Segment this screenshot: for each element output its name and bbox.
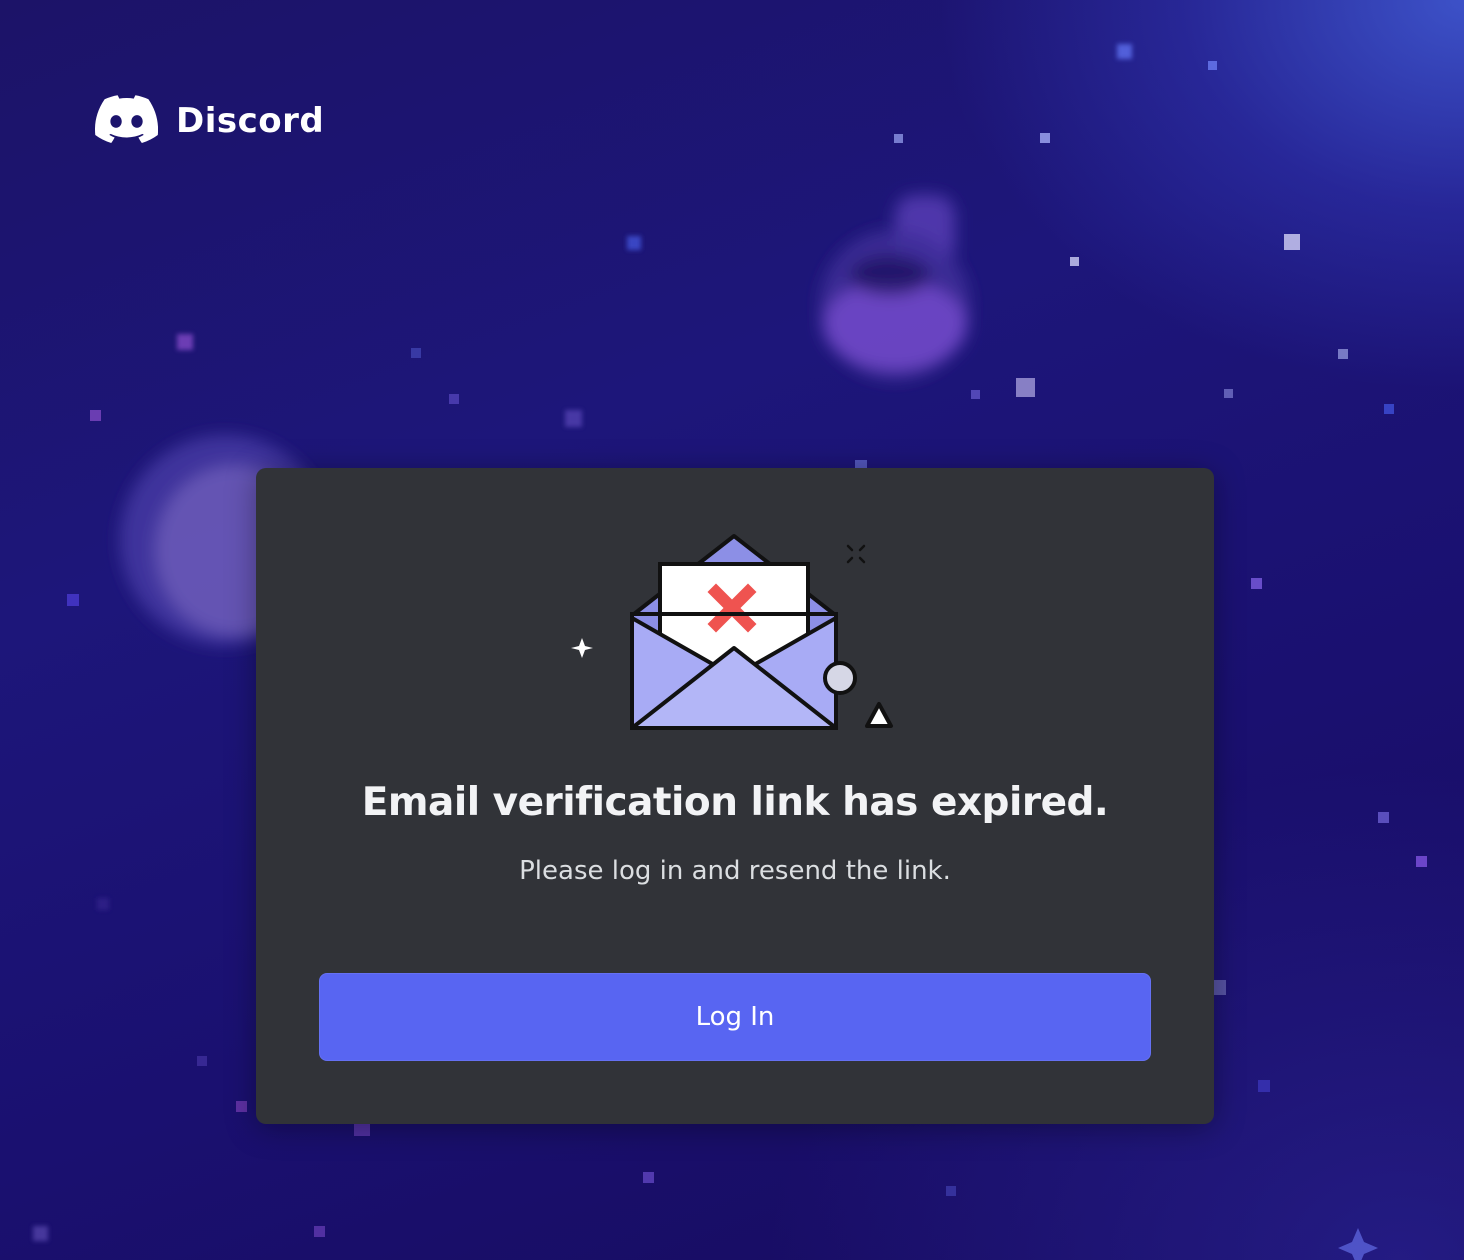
- discord-logo-icon: [95, 94, 159, 148]
- expired-email-envelope-icon: [566, 526, 906, 736]
- blurred-potion-bottle: [820, 195, 970, 380]
- log-in-button[interactable]: Log In: [319, 973, 1151, 1061]
- discord-wordmark: Discord: [176, 101, 325, 141]
- page-subtitle: Please log in and resend the link.: [519, 856, 951, 886]
- discord-logo[interactable]: Discord: [95, 94, 324, 148]
- page-title: Email verification link has expired.: [361, 780, 1109, 825]
- expired-link-card: Email verification link has expired. Ple…: [256, 468, 1214, 1124]
